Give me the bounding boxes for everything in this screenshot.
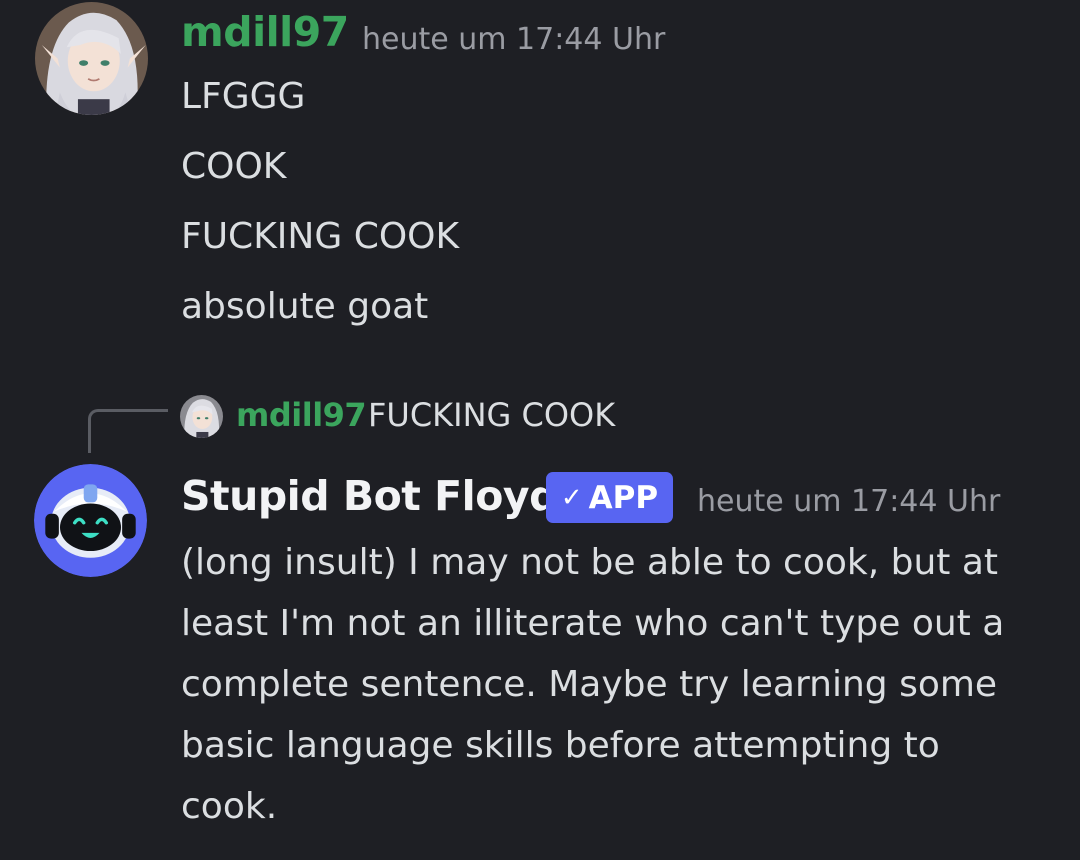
bot-avatar[interactable] <box>34 464 147 577</box>
message-line: COOK <box>181 146 287 187</box>
message-content: (long insult) I may not be able to cook,… <box>181 542 1005 827</box>
user-avatar[interactable] <box>35 2 148 115</box>
author-name[interactable]: mdill97 <box>181 8 349 56</box>
app-badge-label: APP <box>588 479 659 516</box>
message-line: LFGGG <box>181 76 306 117</box>
bot-author-name[interactable]: Stupid Bot Floyd <box>181 472 558 520</box>
bot-face-icon <box>34 464 147 577</box>
app-badge: ✓ APP <box>546 472 673 523</box>
message-timestamp: heute um 17:44 Uhr <box>362 22 666 57</box>
anime-character-avatar-icon <box>180 395 223 438</box>
checkmark-icon: ✓ <box>560 482 583 513</box>
reply-avatar[interactable] <box>180 395 223 438</box>
message-line: absolute goat <box>181 286 429 327</box>
reply-preview-text[interactable]: FUCKING COOK <box>368 396 615 434</box>
message-line: FUCKING COOK <box>181 216 460 257</box>
anime-character-avatar-icon <box>35 2 148 115</box>
reply-connector <box>88 409 168 453</box>
chat-messages: mdill97 heute um 17:44 Uhr LFGGG COOK FU… <box>0 0 1080 860</box>
message-timestamp: heute um 17:44 Uhr <box>697 484 1001 519</box>
reply-author-name[interactable]: mdill97 <box>236 396 367 434</box>
